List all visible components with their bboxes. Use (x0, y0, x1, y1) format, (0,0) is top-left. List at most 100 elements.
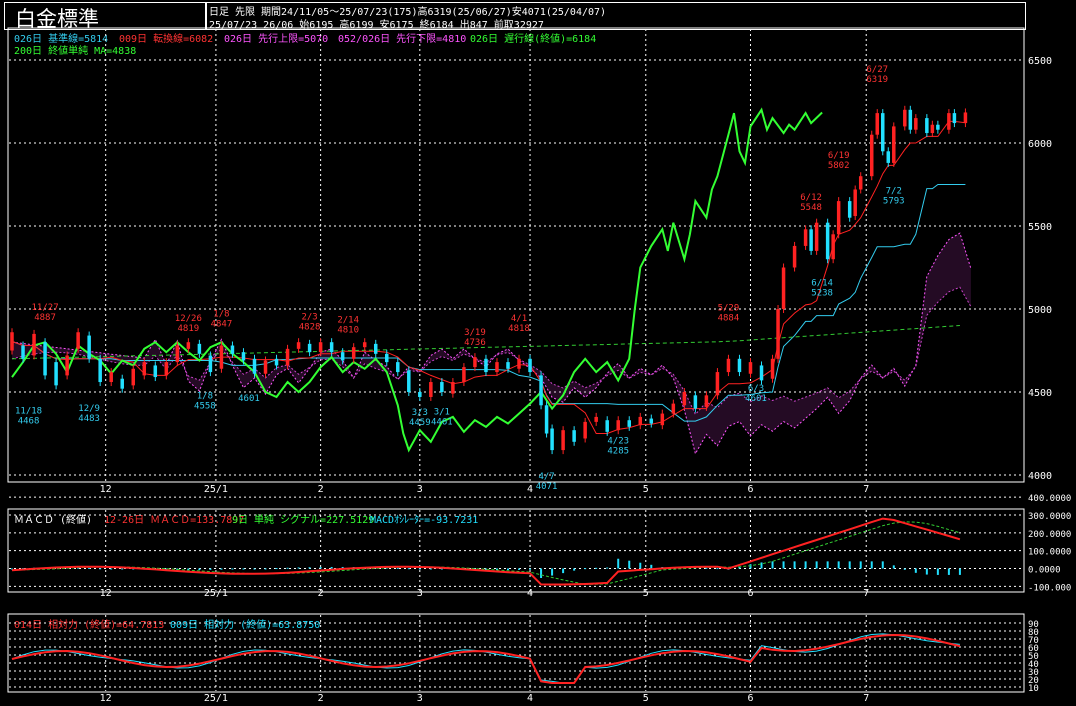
candle-body (544, 405, 549, 434)
candle-body (550, 428, 554, 451)
candle-body (98, 358, 102, 383)
price-annotation-value: 4071 (536, 482, 558, 492)
candle-body (241, 352, 246, 361)
candle-body (296, 342, 301, 349)
panel-frame (7, 27, 1025, 483)
macd-histogram-bar (99, 568, 102, 570)
candle-body (561, 430, 565, 451)
candle-body (76, 332, 80, 349)
macd-histogram-bar (529, 568, 532, 570)
y-tick-label: 90 (1028, 620, 1039, 630)
macd-histogram-bar (562, 568, 565, 574)
candle-body (528, 358, 532, 373)
macd-histogram-bar (914, 568, 917, 573)
y-tick-label: -100.000 (1028, 583, 1071, 593)
macd-histogram-bar (716, 568, 719, 570)
price-annotation-date: 2/3 (301, 313, 317, 323)
rsi14-line (11, 633, 961, 684)
x-tick-label: 25/1 (204, 484, 228, 495)
candle-body (914, 118, 918, 130)
candle-body (263, 360, 268, 374)
candle-body (776, 309, 780, 359)
candle-body (809, 229, 813, 251)
candle-body (54, 362, 58, 386)
candle-body (142, 362, 147, 376)
price-annotation-value: 4736 (464, 338, 486, 348)
candle-body (803, 229, 808, 246)
x-tick-label: 5 (643, 484, 649, 495)
candle-body (660, 413, 665, 426)
panel-frame (7, 613, 1025, 693)
macd-histogram-bar (110, 568, 113, 570)
price-annotation-date: 3/19 (464, 328, 486, 338)
macd-histogram-bar (793, 561, 796, 569)
macd-histogram-bar (650, 564, 653, 569)
price-annotation-date: 2/14 (337, 316, 359, 326)
price-annotation-date: 6/14 (811, 278, 833, 288)
candle-body (473, 357, 477, 368)
candle-body (175, 345, 180, 363)
price-annotation-value: 4819 (178, 324, 200, 334)
macd-line (11, 517, 961, 586)
macd-histogram-bar (242, 568, 245, 570)
candle-body (616, 420, 620, 431)
chart-canvas: 12 12 12 25/1 25/1 25/1 2 2 2 3 3 3 4 4 4 5 5 5 6 6 6 7 7 7 4000… (7, 27, 1071, 704)
candle-body (627, 420, 631, 427)
macd-histogram-bar (396, 567, 399, 569)
macd-histogram-bar (639, 562, 642, 569)
price-annotation-date: 6/3 (748, 384, 764, 394)
macd-histogram-bar (308, 567, 311, 569)
x-tick-label: 6 (747, 693, 753, 704)
candle-body (594, 416, 598, 422)
price-annotation-value: 4461 (431, 417, 453, 427)
macd-histogram-bar (815, 561, 818, 569)
macd-histogram-bar (418, 568, 421, 570)
price-annotation-date: 1/8 (213, 309, 229, 319)
macd-histogram-bar (892, 565, 895, 569)
price-annotation-date: 4/23 (607, 437, 629, 447)
candle-body (517, 358, 521, 369)
candle-body (252, 358, 257, 374)
macd-histogram-bar (936, 568, 939, 575)
price-annotation-value: 4818 (508, 324, 530, 334)
candle-body (682, 392, 687, 406)
candle-body (693, 395, 698, 409)
y-tick-label: 4500 (1028, 388, 1052, 399)
macd-histogram-bar (551, 568, 554, 576)
macd-histogram-bar (330, 566, 333, 569)
price-annotation-value: 5802 (828, 161, 850, 171)
macd-histogram-bar (319, 567, 322, 569)
candle-body (373, 343, 378, 354)
candle-body (153, 365, 158, 378)
signal-line (11, 521, 961, 585)
price-annotation-date: 4/1 (511, 314, 527, 324)
price-annotation-date: 6/19 (828, 151, 850, 161)
candle-body (429, 382, 433, 397)
candle-body (704, 395, 709, 407)
candle-body (197, 343, 202, 354)
candle-body (65, 355, 69, 376)
candle-body (230, 345, 235, 354)
candle-body (858, 176, 863, 190)
candle-body (164, 362, 169, 376)
macd-histogram-bar (297, 567, 300, 569)
kijun-line (11, 184, 966, 422)
x-tick-label: 4 (527, 588, 533, 599)
candle-body (715, 372, 720, 396)
candle-body (506, 362, 510, 369)
macd-histogram-bar (253, 568, 256, 570)
x-tick-label: 3 (417, 484, 423, 495)
candle-body (869, 134, 874, 177)
price-annotation-value: 5548 (800, 203, 822, 213)
x-tick-label: 4 (527, 693, 533, 704)
price-annotation-date: 11/18 (15, 406, 42, 416)
x-tick-label: 12 (100, 484, 112, 495)
candle-body (208, 355, 213, 373)
x-tick-label: 7 (863, 693, 869, 704)
candle-body (407, 370, 411, 392)
macd-histogram-bar (804, 561, 807, 569)
candle-body (362, 342, 367, 348)
x-tick-label: 3 (417, 693, 423, 704)
candle-body (925, 118, 929, 134)
candle-body (418, 392, 422, 397)
